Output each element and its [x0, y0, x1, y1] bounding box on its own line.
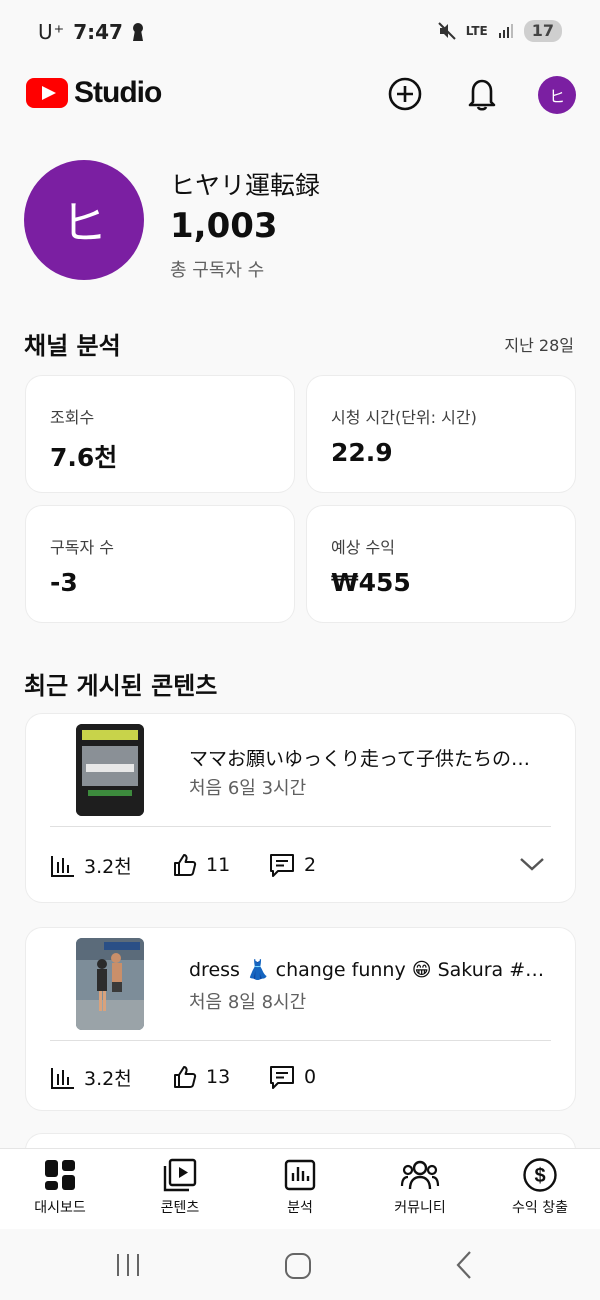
youtube-play-icon	[26, 78, 68, 108]
card-divider	[50, 1040, 551, 1041]
comments-stat: 0	[268, 1064, 316, 1090]
svg-text:$: $	[534, 1165, 545, 1187]
metric-label: 구독자 수	[50, 538, 114, 557]
metric-card-watch-time[interactable]: 시청 시간(단위: 시간) 22.9	[307, 376, 575, 492]
likes-stat: 11	[172, 852, 230, 878]
community-icon	[400, 1160, 440, 1190]
views-count: 3.2천	[84, 1068, 132, 1090]
metric-label: 조회수	[50, 408, 95, 427]
subscriber-count: 1,003	[170, 206, 278, 246]
status-left: U⁺ 7:47	[38, 20, 145, 44]
earn-icon: $	[523, 1158, 557, 1192]
views-stat: 3.2천	[50, 852, 132, 879]
content-card[interactable]: dress 👗 change funny 😁 Sakura #… 처음 8일 8…	[26, 928, 575, 1110]
bar-chart-icon	[51, 1067, 74, 1089]
logo-text: Studio	[74, 76, 162, 109]
status-bar: U⁺ 7:47 LTE 17	[0, 18, 600, 54]
studio-app: U⁺ 7:47 LTE 17 Studio ヒ ヒ ヒヤリ運転録 1,003 총…	[0, 0, 600, 1300]
app-header: Studio ヒ	[0, 62, 600, 126]
content-card[interactable]: ママお願いゆっくり走って子供たちの… 처음 6일 3시간 3.2천 11 2	[26, 714, 575, 902]
keyhole-icon	[132, 23, 143, 41]
video-thumbnail[interactable]	[76, 938, 144, 1030]
likes-count: 13	[206, 1066, 231, 1088]
expand-button[interactable]	[519, 856, 545, 876]
video-meta: 처음 8일 8시간	[189, 992, 307, 1013]
metric-card-views[interactable]: 조회수 7.6천	[26, 376, 294, 492]
dashboard-icon	[45, 1160, 75, 1190]
likes-count: 11	[206, 854, 231, 876]
nav-analytics[interactable]: 분석	[240, 1157, 360, 1217]
comments-count: 0	[304, 1066, 317, 1088]
nav-content[interactable]: 콘텐츠	[120, 1157, 240, 1217]
channel-avatar: ヒ	[24, 160, 144, 280]
metric-value: 7.6천	[50, 443, 118, 472]
video-title: ママお願いゆっくり走って子供たちの…	[189, 748, 531, 770]
nav-label: 분석	[287, 1200, 313, 1216]
recent-apps-button[interactable]	[114, 1252, 142, 1282]
system-navigation-bar	[0, 1230, 600, 1300]
metric-label: 시청 시간(단위: 시간)	[331, 408, 477, 427]
bell-icon	[468, 79, 496, 111]
metric-card-subscribers[interactable]: 구독자 수 -3	[26, 506, 294, 622]
views-count: 3.2천	[84, 856, 132, 878]
metric-label: 예상 수익	[331, 538, 395, 557]
nav-community[interactable]: 커뮤니티	[360, 1157, 480, 1217]
clock: 7:47	[73, 20, 123, 44]
studio-logo[interactable]: Studio	[26, 76, 162, 110]
battery-indicator: 17	[523, 20, 562, 42]
comments-stat: 2	[268, 852, 316, 878]
video-thumbnail[interactable]	[76, 724, 144, 816]
nav-dashboard[interactable]: 대시보드	[0, 1157, 120, 1217]
mute-icon	[437, 22, 456, 40]
thumbs-up-icon	[174, 854, 197, 876]
video-meta: 처음 6일 3시간	[189, 778, 307, 799]
network-label: LTE	[465, 24, 488, 38]
nav-label: 콘텐츠	[160, 1200, 200, 1216]
account-avatar[interactable]: ヒ	[538, 76, 576, 114]
views-stat: 3.2천	[50, 1064, 132, 1091]
likes-stat: 13	[172, 1064, 230, 1090]
content-icon	[163, 1158, 197, 1192]
analytics-icon	[284, 1159, 316, 1191]
home-button[interactable]	[284, 1252, 312, 1284]
home-icon	[285, 1253, 311, 1279]
recent-content-title: 최근 게시된 콘텐츠	[24, 672, 218, 700]
metric-value: ₩455	[331, 568, 411, 597]
plus-circle-icon	[388, 77, 422, 111]
bar-chart-icon	[51, 855, 74, 877]
thumbs-up-icon	[174, 1066, 197, 1088]
recent-apps-icon	[117, 1254, 139, 1276]
status-right: LTE 17	[437, 20, 562, 42]
thumbnail-image	[76, 724, 144, 816]
metric-card-revenue[interactable]: 예상 수익 ₩455	[307, 506, 575, 622]
bottom-navigation: 대시보드 콘텐츠 분석 커뮤니티 $ 수익 창출	[0, 1148, 600, 1229]
nav-label: 커뮤니티	[394, 1200, 446, 1216]
nav-earn[interactable]: $ 수익 창출	[480, 1157, 600, 1217]
comment-icon	[270, 854, 294, 877]
analytics-period: 지난 28일	[504, 336, 574, 355]
nav-label: 수익 창출	[512, 1200, 568, 1216]
notifications-button[interactable]	[462, 74, 502, 114]
video-title: dress 👗 change funny 😁 Sakura #…	[189, 959, 545, 981]
thumbnail-image	[76, 938, 144, 1030]
metric-value: 22.9	[331, 438, 393, 467]
comments-count: 2	[304, 854, 317, 876]
metric-value: -3	[50, 568, 78, 597]
subscriber-count-label: 총 구독자 수	[170, 260, 265, 281]
signal-icon	[498, 24, 513, 38]
carrier-label: U⁺	[38, 20, 66, 44]
create-button[interactable]	[385, 74, 425, 114]
chevron-down-icon	[520, 858, 544, 871]
channel-name: ヒヤリ運転録	[170, 171, 321, 200]
back-icon	[456, 1251, 471, 1279]
comment-icon	[270, 1066, 294, 1089]
analytics-title: 채널 분석	[24, 332, 121, 360]
card-divider	[50, 826, 551, 827]
nav-label: 대시보드	[34, 1200, 86, 1216]
back-button[interactable]	[454, 1250, 474, 1284]
channel-summary: ヒ ヒヤリ運転録 1,003 총 구독자 수	[24, 160, 584, 290]
